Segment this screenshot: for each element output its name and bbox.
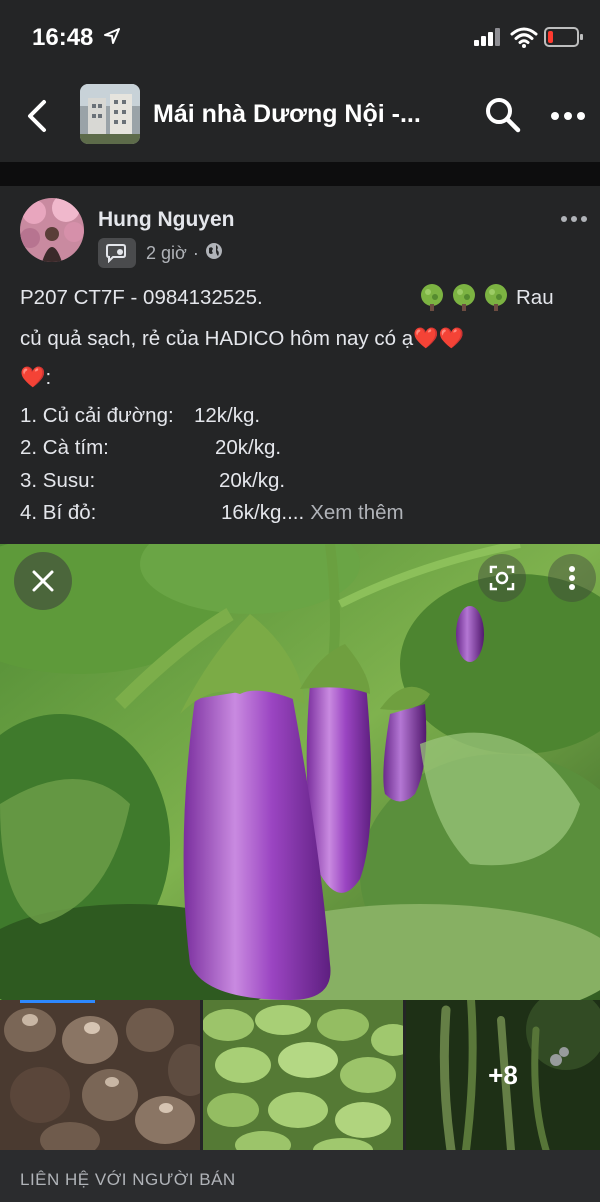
vertical-dots-icon (569, 566, 575, 590)
post-phone-text: P207 CT7F - 0984132525. (20, 286, 263, 309)
heart-emoji: ❤️ (20, 366, 46, 389)
item-name: 2. Cà tím: (20, 436, 109, 459)
post-time[interactable]: 2 giờ (146, 243, 187, 264)
battery-low-icon (544, 27, 584, 52)
signal-icon (474, 28, 502, 51)
close-icon (32, 570, 54, 592)
taro-photo (0, 1000, 200, 1150)
photo-options-button[interactable] (548, 554, 596, 602)
location-arrow-icon (104, 28, 120, 49)
post-line-3-text: : (45, 366, 52, 389)
thumbnail-chayote[interactable] (203, 1000, 403, 1150)
scan-icon (489, 565, 515, 591)
extra-photos-count[interactable]: +8 (406, 1000, 600, 1150)
back-icon[interactable] (22, 98, 54, 139)
globe-icon (205, 242, 223, 265)
item-price: 20k/kg. (219, 469, 286, 492)
group-avatar[interactable] (80, 84, 140, 144)
item-price: 12k/kg. (194, 404, 261, 427)
section-divider (0, 162, 600, 186)
photo-thumbnails: +8 (0, 1000, 600, 1150)
item-name: 4. Bí đỏ: (20, 501, 97, 524)
group-member-badge-icon (98, 238, 136, 268)
chayote-photo (203, 1000, 403, 1150)
wifi-icon (510, 26, 538, 53)
post-line-2-text: củ quả sạch, rẻ của HADICO hôm nay có ạ (20, 327, 414, 350)
item-price: 16k/kg.... Xem thêm (221, 501, 404, 525)
group-title[interactable]: Mái nhà Dương Nội -... (153, 100, 453, 129)
author-name[interactable]: Hung Nguyen (98, 208, 235, 232)
item-price-value: 16k/kg.... (221, 501, 305, 524)
item-name: 3. Susu: (20, 469, 96, 492)
post-main-photo[interactable] (0, 544, 600, 1000)
status-bar: 16:48 (0, 0, 600, 72)
post-text-line-2: củ quả sạch, rẻ của HADICO hôm nay có ạ❤… (20, 327, 580, 351)
heart-emoji-pair: ❤️❤️ (413, 327, 465, 350)
thumbnail-taro[interactable] (0, 1000, 200, 1150)
search-icon[interactable] (484, 96, 522, 139)
seller-link-underline (20, 1000, 95, 1003)
meta-separator: · (192, 242, 199, 263)
author-avatar[interactable] (20, 198, 84, 262)
tree-emoji-icons (418, 284, 514, 318)
post-options-icon[interactable] (560, 210, 588, 228)
seller-contact-bar: LIÊN HỆ VỚI NGƯỜI BÁN (0, 1150, 600, 1202)
item-price: 20k/kg. (215, 436, 282, 459)
more-icon[interactable] (550, 108, 586, 126)
eggplant-photo (0, 544, 600, 1000)
contact-seller-link[interactable]: LIÊN HỆ VỚI NGƯỜI BÁN (20, 1170, 236, 1190)
post-card: Hung Nguyen 2 giờ · P207 CT7F - 09841325… (0, 186, 600, 1202)
post-text-suffix: Rau (516, 286, 554, 309)
post-meta: 2 giờ · (98, 238, 223, 268)
post-text-line-3: ❤️: (20, 366, 580, 390)
thumbnail-green-beans[interactable]: +8 (406, 1000, 600, 1150)
visual-search-button[interactable] (478, 554, 526, 602)
group-header: Mái nhà Dương Nội -... (0, 72, 600, 162)
item-name: 1. Củ cải đường: (20, 404, 174, 427)
see-more-link[interactable]: Xem thêm (310, 501, 403, 524)
close-photo-button[interactable] (14, 552, 72, 610)
status-time: 16:48 (32, 24, 94, 51)
